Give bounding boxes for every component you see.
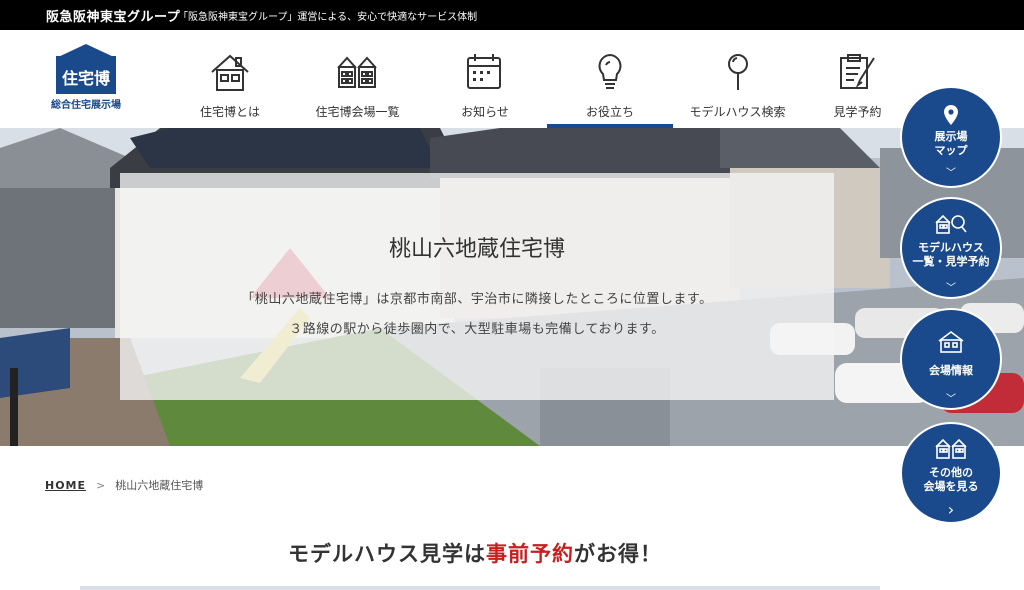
map-button[interactable]: 展示場 マップ ﹀ (900, 86, 1002, 188)
main-nav: 住宅博とは 住宅博会場一覧 お知らせ お役立ち モデルハウス検索 見学予約 (170, 30, 910, 128)
group-brand: 阪急阪神東宝グループ (46, 10, 181, 25)
venue-info-button[interactable]: 会場情報 ﹀ (900, 308, 1002, 410)
section-divider (80, 586, 880, 590)
chevron-down-icon: ﹀ (946, 394, 956, 405)
venue-info-label: 会場情報 (929, 364, 973, 377)
nav-item-news[interactable]: お知らせ (425, 30, 545, 128)
hero-description-line: 「桃山六地蔵住宅博」は京都市南部、宇治市に隣接したところに位置します。 (241, 292, 713, 307)
nav-item-venue-list[interactable]: 住宅博会場一覧 (295, 30, 420, 128)
venue-icon (938, 331, 964, 353)
map-button-label: 展示場 マップ (934, 130, 968, 157)
chevron-down-icon: ﹀ (946, 168, 956, 179)
nav-item-useful[interactable]: お役立ち (547, 30, 673, 128)
headline-part: がお得！ (574, 542, 662, 566)
nav-item-about[interactable]: 住宅博とは (170, 30, 290, 128)
group-tagline: 「阪急阪神東宝グループ」運営による、安心で快適なサービス体制 (178, 12, 478, 23)
nav-item-reservation[interactable]: 見学予約 (805, 30, 910, 128)
site-header: 住宅博 総合住宅展示場 住宅博とは 住宅博会場一覧 お知らせ お役立ち モデルハ… (0, 30, 1024, 128)
logo-subtitle: 総合住宅展示場 (51, 100, 121, 111)
map-pin-icon (944, 105, 958, 125)
chevron-down-icon: ﹀ (946, 283, 956, 294)
clipboard-pen-icon (839, 54, 875, 89)
nav-label: モデルハウス検索 (689, 105, 786, 119)
breadcrumb-separator: > (96, 479, 106, 492)
site-logo[interactable]: 住宅博 総合住宅展示場 (44, 44, 128, 114)
nav-label: 見学予約 (833, 105, 882, 119)
hero-banner: 桃山六地蔵住宅博 「桃山六地蔵住宅博」は京都市南部、宇治市に隣接したところに位置… (0, 128, 1024, 446)
nav-label: 住宅博とは (199, 105, 260, 119)
logo-box-text: 住宅博 (62, 69, 110, 88)
logo-mark-icon: 住宅博 (56, 44, 116, 94)
headline-part: モデルハウス見学は (288, 542, 486, 566)
headline-highlight: 事前予約 (486, 542, 574, 566)
magnifier-icon (727, 54, 748, 90)
hero-description-line: ３路線の駅から徒歩圏内で、大型駐車場も完備しております。 (289, 322, 665, 337)
lightbulb-icon (598, 53, 622, 89)
nav-label: お知らせ (461, 105, 509, 119)
calendar-icon (467, 54, 501, 89)
other-venues-label: その他の 会場を見る (923, 466, 979, 493)
nav-label: 住宅博会場一覧 (315, 105, 400, 119)
nav-item-model-search[interactable]: モデルハウス検索 (675, 30, 800, 128)
other-venues-button[interactable]: その他の 会場を見る › (900, 422, 1002, 524)
breadcrumb-home-link[interactable]: HOME (45, 479, 86, 492)
model-house-list-label: モデルハウス 一覧・見学予約 (912, 241, 990, 268)
house-icon (211, 54, 249, 91)
breadcrumb-current: 桃山六地蔵住宅博 (115, 479, 204, 492)
house-search-icon (935, 214, 967, 234)
other-venues-icon (935, 438, 967, 459)
model-house-list-button[interactable]: モデルハウス 一覧・見学予約 ﹀ (900, 197, 1002, 299)
top-bar: 阪急阪神東宝グループ 「阪急阪神東宝グループ」運営による、安心で快適なサービス体… (0, 0, 1024, 30)
houses-row-icon (336, 56, 377, 88)
hero-text-panel: 桃山六地蔵住宅博 「桃山六地蔵住宅博」は京都市南部、宇治市に隣接したところに位置… (120, 173, 834, 400)
chevron-right-icon: › (947, 500, 955, 519)
page-title: 桃山六地蔵住宅博 (388, 237, 565, 262)
breadcrumb: HOME > 桃山六地蔵住宅博 (45, 477, 203, 493)
section-headline: モデルハウス見学は事前予約がお得！ (0, 538, 950, 568)
nav-label: お役立ち (585, 105, 634, 119)
